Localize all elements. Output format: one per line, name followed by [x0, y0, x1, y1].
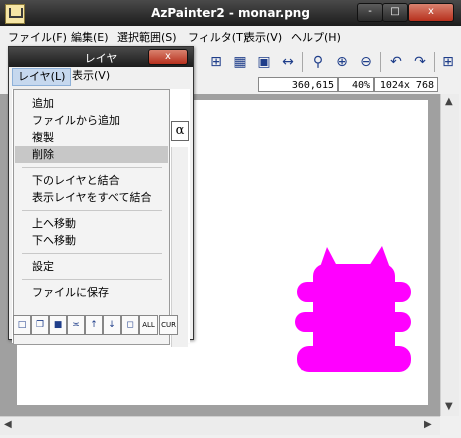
toolbar-separator: [434, 52, 435, 72]
title-bar: AzPainter2 - monar.png - □ x: [0, 0, 461, 26]
menu-item-add[interactable]: 追加: [15, 95, 168, 112]
minimize-button[interactable]: -: [357, 3, 383, 22]
toolbar-separator: [380, 52, 381, 72]
close-button[interactable]: x: [408, 3, 454, 22]
menu-separator: [22, 253, 162, 254]
menu-file[interactable]: ファイル(F): [8, 29, 67, 45]
all-button[interactable]: ALL: [139, 315, 158, 335]
layer-settings-icon[interactable]: ◻: [121, 315, 139, 335]
menu-view[interactable]: 表示(V): [244, 29, 282, 45]
scroll-down-icon[interactable]: ▼: [445, 401, 453, 412]
zoom-level: 40%: [338, 77, 374, 92]
menu-item-add-from-file[interactable]: ファイルから追加: [15, 112, 168, 129]
scroll-right-icon[interactable]: ▶: [424, 419, 432, 430]
menu-item-save-to-file[interactable]: ファイルに保存: [15, 284, 168, 301]
menu-help[interactable]: ヘルプ(H): [291, 29, 341, 45]
move-down-icon[interactable]: ↓: [103, 315, 121, 335]
zoom-icon[interactable]: ⚲: [308, 52, 328, 72]
layer-panel-titlebar[interactable]: レイヤ x: [9, 47, 193, 67]
maximize-button[interactable]: □: [382, 3, 408, 22]
zoom-in-icon[interactable]: ⊕: [332, 52, 352, 72]
menu-item-settings[interactable]: 設定: [15, 258, 168, 275]
menu-item-move-up[interactable]: 上へ移動: [15, 215, 168, 232]
horizontal-scrollbar[interactable]: ◀ ▶: [0, 416, 440, 435]
layer-menu[interactable]: レイヤ(L): [12, 68, 72, 86]
new-layer-icon[interactable]: □: [13, 315, 31, 335]
toolbar-separator: [302, 52, 303, 72]
tools-icon[interactable]: ⊞: [438, 52, 458, 72]
menu-item-move-down[interactable]: 下へ移動: [15, 232, 168, 249]
move-up-icon[interactable]: ↑: [85, 315, 103, 335]
menu-filter[interactable]: フィルタ(T): [188, 29, 247, 45]
scroll-up-icon[interactable]: ▲: [445, 96, 453, 107]
layer-panel-menubar: レイヤ(L) 表示(V): [9, 67, 193, 86]
image-size: 1024x 768: [374, 77, 438, 92]
copy-layer-icon[interactable]: ❐: [31, 315, 49, 335]
layer-panel-close-button[interactable]: x: [148, 49, 188, 65]
layer-dropdown-menu: 追加 ファイルから追加 複製 削除 下のレイヤと結合 表示レイヤをすべて結合 上…: [13, 89, 170, 345]
menu-item-duplicate[interactable]: 複製: [15, 129, 168, 146]
menu-bar: ファイル(F) 編集(E) 選択範囲(S) フィルタ(T) 表示(V) ヘルプ(…: [0, 26, 461, 46]
menu-separator: [22, 210, 162, 211]
menu-item-delete[interactable]: 削除: [15, 146, 168, 163]
menu-separator: [22, 167, 162, 168]
grid-icon[interactable]: ⊞: [206, 52, 226, 72]
menu-edit[interactable]: 編集(E): [71, 29, 109, 45]
alpha-button[interactable]: α: [171, 121, 189, 141]
cur-button[interactable]: CUR: [159, 315, 178, 335]
undo-icon[interactable]: ↶: [386, 52, 406, 72]
scroll-left-icon[interactable]: ◀: [4, 419, 12, 430]
resize-icon[interactable]: ↔: [278, 52, 298, 72]
zoom-out-icon[interactable]: ⊖: [356, 52, 376, 72]
menu-item-merge-down[interactable]: 下のレイヤと結合: [15, 172, 168, 189]
merge-layer-icon[interactable]: ≍: [67, 315, 85, 335]
layer-panel: レイヤ x レイヤ(L) 表示(V) α 追加 ファイルから追加 複製 削除 下…: [8, 46, 194, 347]
cursor-coords: 360,615: [258, 77, 338, 92]
app-window: AzPainter2 - monar.png - □ x ファイル(F) 編集(…: [0, 0, 461, 438]
vertical-scrollbar[interactable]: ▲ ▼: [440, 94, 459, 416]
layer-view-menu[interactable]: 表示(V): [67, 68, 115, 84]
menu-item-merge-visible[interactable]: 表示レイヤをすべて結合: [15, 189, 168, 206]
checker-icon[interactable]: ▦: [230, 52, 250, 72]
menu-separator: [22, 279, 162, 280]
magenta-figure: [295, 246, 411, 372]
redo-icon[interactable]: ↷: [410, 52, 430, 72]
menu-select[interactable]: 選択範囲(S): [117, 29, 177, 45]
layer-button-bar: □ ❐ ■ ≍ ↑ ↓ ◻ ALL CUR: [11, 315, 191, 335]
fit-icon[interactable]: ▣: [254, 52, 274, 72]
delete-layer-icon[interactable]: ■: [49, 315, 67, 335]
